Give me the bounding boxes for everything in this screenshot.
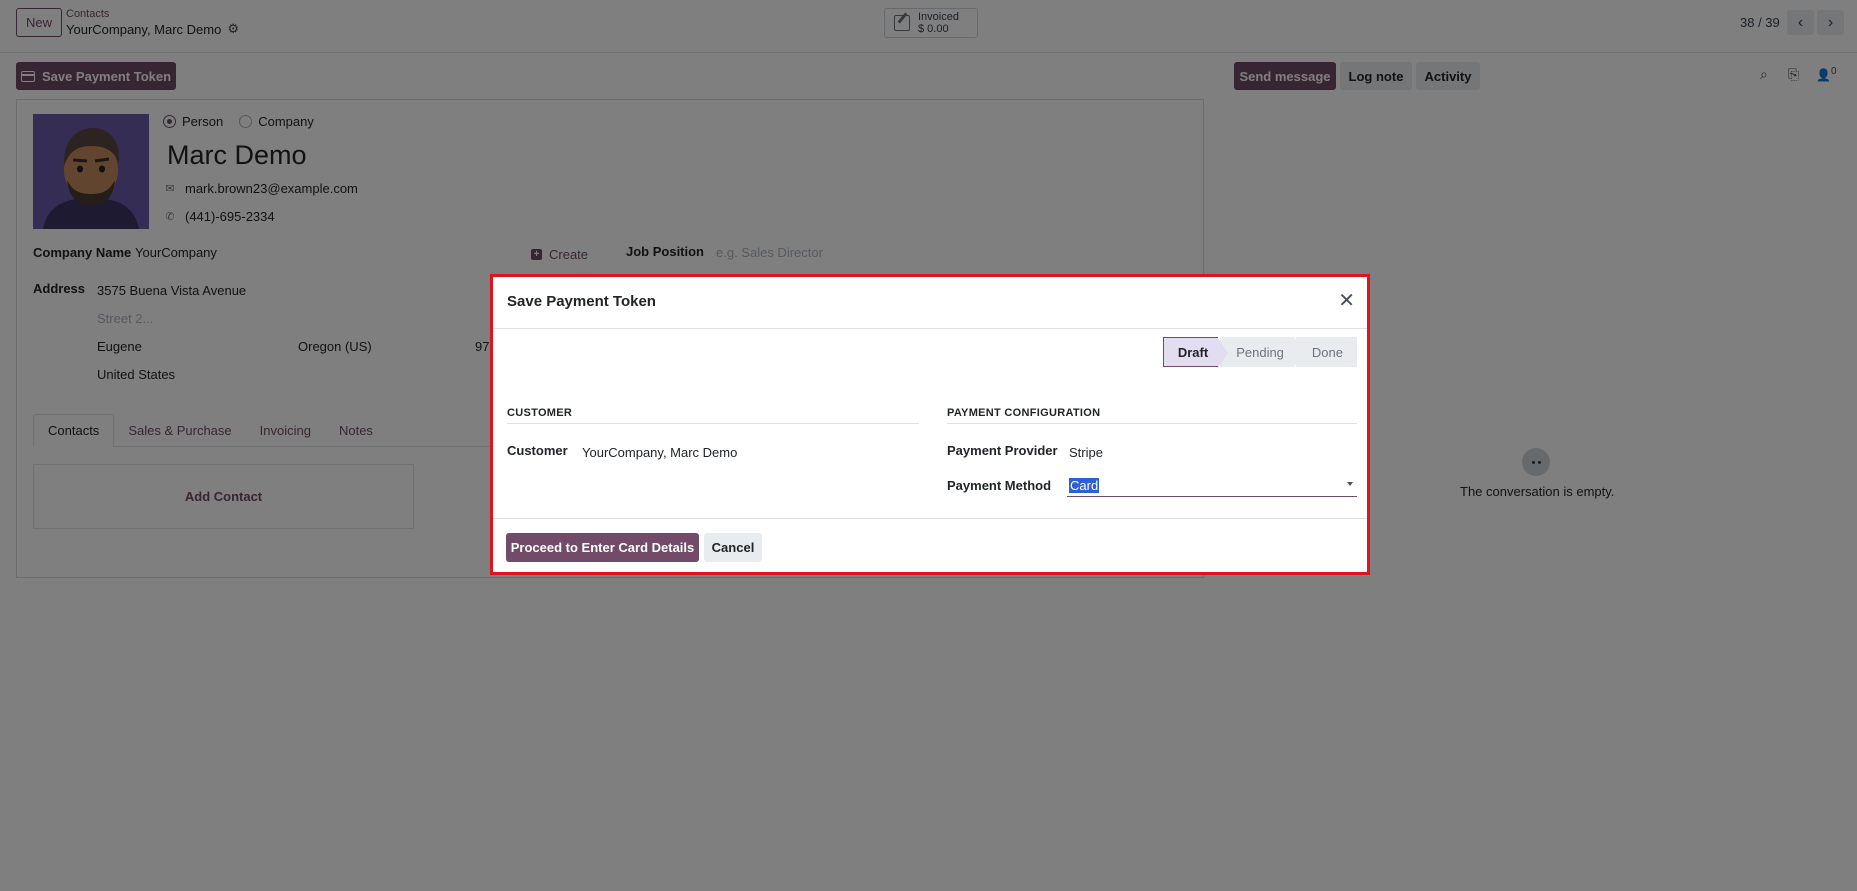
stage-pending[interactable]: Pending [1220, 337, 1304, 367]
dialog-title: Save Payment Token [507, 293, 656, 310]
payment-method-select[interactable]: Card [1067, 476, 1357, 497]
customer-value: YourCompany, Marc Demo [582, 445, 738, 460]
payment-config-section-title: PAYMENT CONFIGURATION [947, 407, 1357, 424]
status-bar: Draft Pending Done [1162, 337, 1357, 368]
dialog-header: Save Payment Token ✕ [493, 277, 1367, 329]
customer-section-title: CUSTOMER [507, 407, 919, 424]
payment-provider-value: Stripe [1069, 445, 1103, 460]
dialog-footer: Proceed to Enter Card Details Cancel [493, 518, 1367, 572]
cancel-button[interactable]: Cancel [704, 533, 762, 562]
save-payment-token-dialog: Save Payment Token ✕ Draft Pending Done … [490, 274, 1370, 575]
proceed-card-details-button[interactable]: Proceed to Enter Card Details [506, 533, 699, 562]
stage-done[interactable]: Done [1295, 337, 1357, 367]
caret-down-icon [1347, 482, 1353, 486]
payment-method-value: Card [1069, 478, 1100, 493]
close-icon[interactable]: ✕ [1338, 291, 1355, 311]
payment-method-label: Payment Method [947, 478, 1052, 493]
payment-provider-label: Payment Provider [947, 443, 1058, 458]
customer-label: Customer [507, 443, 568, 458]
stage-draft[interactable]: Draft [1162, 337, 1229, 368]
